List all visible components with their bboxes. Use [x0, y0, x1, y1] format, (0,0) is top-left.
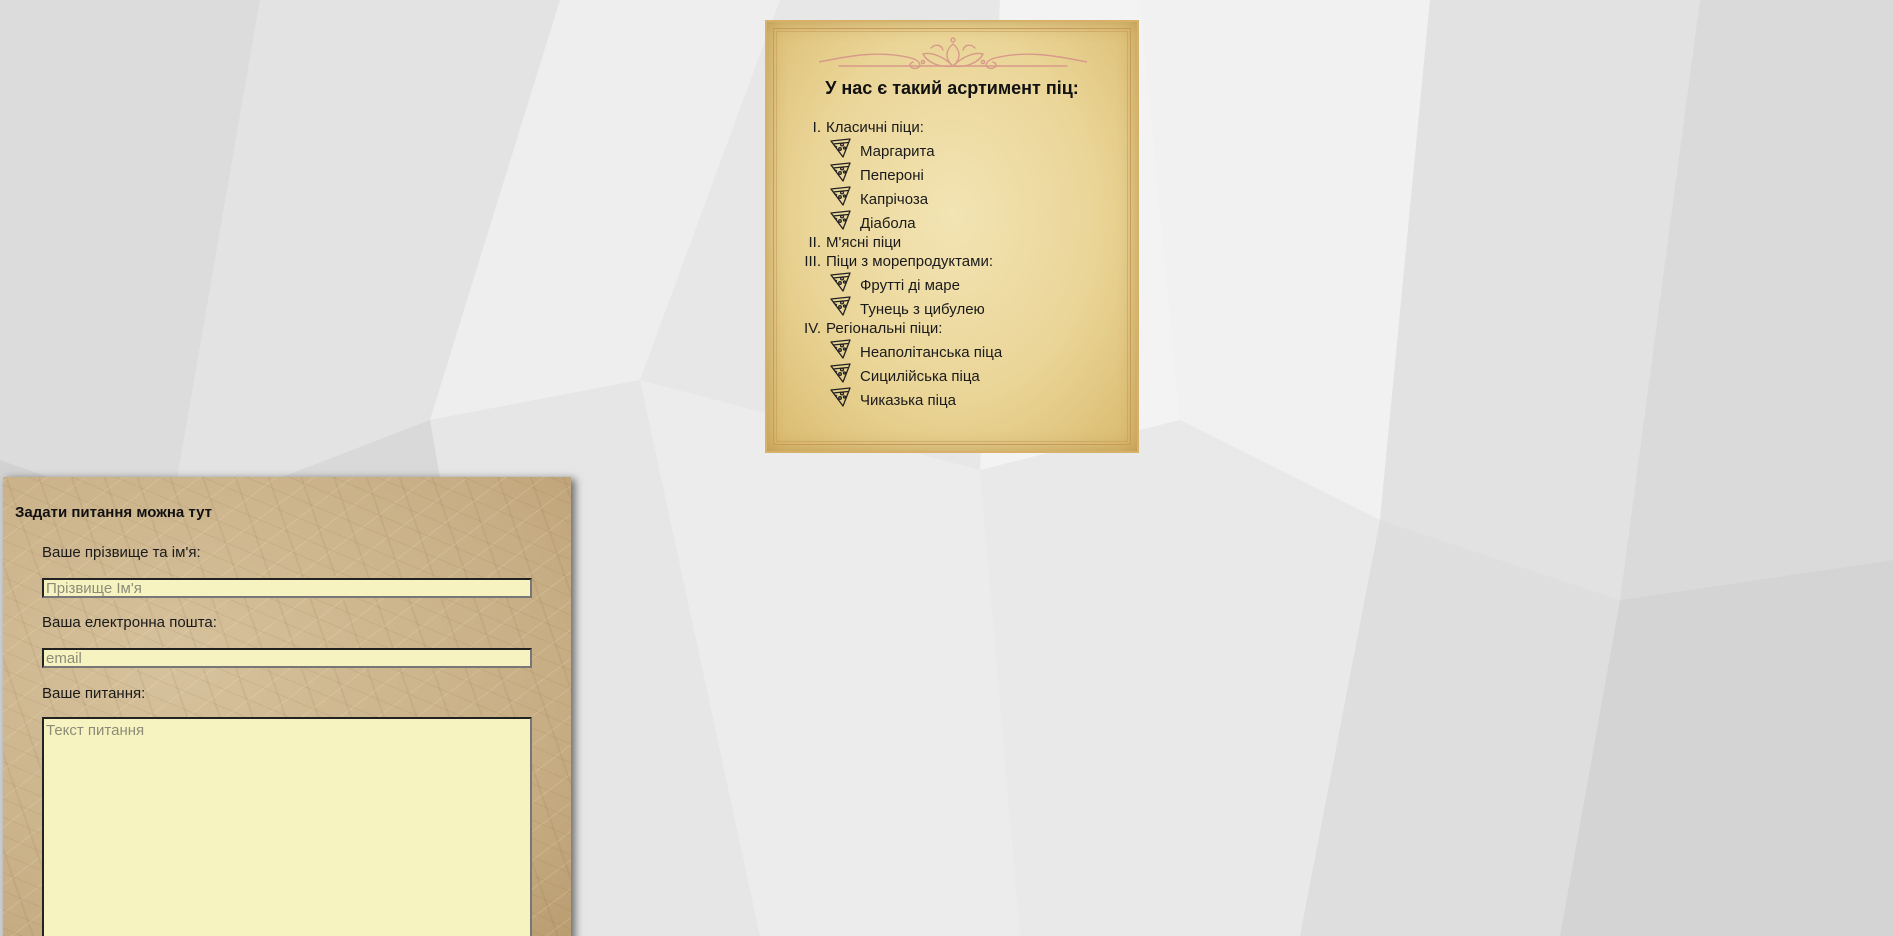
pizza-name: Капрічоза: [860, 191, 929, 208]
category-label: М'ясні піци: [826, 234, 902, 251]
category-classic: I. Класичні піци:: [767, 118, 1127, 137]
name-input[interactable]: [42, 578, 532, 598]
pizza-name: Сицилійська піца: [860, 368, 980, 385]
pizza-name: Тунець з цибулею: [860, 301, 985, 318]
pizza-name: Фрутті ді маре: [860, 277, 960, 294]
category-number: II.: [808, 234, 821, 251]
category-label: Регіональні піци:: [826, 320, 943, 337]
category-regional: IV. Регіональні піци:: [767, 319, 1127, 338]
email-label: Ваша електронна пошта:: [42, 614, 217, 631]
pizza-item: Тунець з цибулею: [767, 295, 1127, 319]
category-meat: II. М'ясні піци: [767, 233, 1127, 252]
question-textarea[interactable]: [42, 717, 532, 936]
pizza-slice-icon: [830, 272, 851, 292]
pizza-item: Діабола: [767, 209, 1127, 233]
pizza-item: Сицилійська піца: [767, 362, 1127, 386]
menu-title: У нас є такий асртимент піц:: [825, 78, 1079, 98]
ornament-icon: [819, 37, 1087, 70]
category-number: III.: [804, 253, 821, 270]
category-seafood: III. Піци з морепродуктами:: [767, 252, 1127, 271]
category-label: Класичні піци:: [826, 119, 924, 136]
pizza-name: Пепероні: [860, 167, 924, 184]
question-form: Задати питання можна тут Ваше прізвище т…: [3, 477, 571, 936]
pizza-slice-icon: [830, 387, 851, 407]
pizza-name: Маргарита: [860, 143, 935, 160]
pizza-name: Неаполітанська піца: [860, 344, 1003, 361]
form-title: Задати питання можна тут: [15, 504, 213, 521]
email-input[interactable]: [42, 648, 532, 668]
category-label: Піци з морепродуктами:: [826, 253, 993, 270]
menu-list: I. Класичні піци: Маргарита Пепероні Кап…: [767, 118, 1127, 410]
pizza-menu-card: У нас є такий асртимент піц: I. Класичні…: [765, 20, 1139, 453]
pizza-name: Діабола: [860, 215, 916, 232]
pizza-item: Пепероні: [767, 161, 1127, 185]
name-label: Ваше прізвище та ім'я:: [42, 544, 201, 561]
pizza-item: Неаполітанська піца: [767, 338, 1127, 362]
pizza-item: Чиказька піца: [767, 386, 1127, 410]
pizza-slice-icon: [830, 162, 851, 182]
pizza-slice-icon: [830, 296, 851, 316]
category-number: I.: [812, 119, 821, 136]
category-number: IV.: [804, 320, 821, 337]
question-label: Ваше питання:: [42, 685, 146, 702]
pizza-item: Маргарита: [767, 137, 1127, 161]
pizza-slice-icon: [830, 210, 851, 230]
pizza-item: Капрічоза: [767, 185, 1127, 209]
pizza-slice-icon: [830, 186, 851, 206]
pizza-slice-icon: [830, 339, 851, 359]
pizza-slice-icon: [830, 138, 851, 158]
pizza-name: Чиказька піца: [860, 392, 956, 409]
pizza-slice-icon: [830, 363, 851, 383]
pizza-item: Фрутті ді маре: [767, 271, 1127, 295]
